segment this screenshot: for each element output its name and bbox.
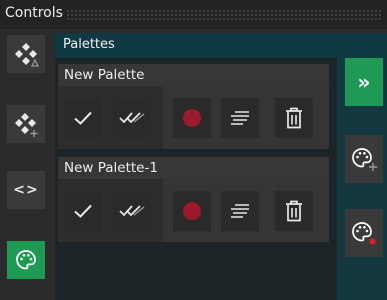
palette-add-icon — [352, 148, 377, 171]
palette-card: New Palette-1 — [58, 157, 329, 242]
apply-button[interactable] — [64, 98, 102, 138]
palette-name[interactable]: New Palette — [58, 64, 329, 86]
drag-grip[interactable] — [66, 9, 383, 20]
palette-status-button[interactable] — [345, 209, 383, 257]
record-icon — [183, 109, 201, 127]
record-button[interactable] — [173, 191, 211, 231]
apply-all-button[interactable] — [113, 191, 151, 231]
palette-name[interactable]: New Palette-1 — [58, 157, 329, 179]
palette-icon — [16, 250, 36, 270]
code-button[interactable]: <> — [7, 171, 45, 209]
move-triangle-icon — [15, 43, 39, 67]
align-lines-icon — [231, 204, 249, 218]
palette-actions-left — [58, 86, 163, 149]
palette-actions-left — [58, 179, 163, 242]
palette-actions-right — [163, 179, 329, 242]
record-icon — [183, 202, 201, 220]
window-title: Controls — [5, 5, 63, 21]
align-button[interactable] — [221, 98, 259, 138]
palette-button[interactable] — [7, 241, 45, 279]
expand-chevron-icon: » — [357, 70, 371, 94]
move-add-icon — [15, 113, 38, 137]
double-check-icon — [119, 112, 145, 124]
code-brackets-icon: <> — [13, 182, 39, 198]
palettes-panel: Palettes New Palette New Palette-1 » — [55, 33, 387, 300]
align-button[interactable] — [221, 191, 259, 231]
move-add-button[interactable] — [7, 105, 45, 143]
trash-icon — [286, 107, 302, 129]
palette-dot-icon — [352, 222, 376, 245]
move-triangle-button[interactable] — [7, 35, 45, 73]
delete-button[interactable] — [275, 98, 313, 138]
title-bar: Controls — [0, 0, 387, 29]
palette-card: New Palette — [58, 64, 329, 149]
palette-actions — [58, 86, 329, 149]
delete-button[interactable] — [275, 191, 313, 231]
palette-actions-right — [163, 86, 329, 149]
trash-icon — [286, 200, 302, 222]
left-rail: <> — [0, 29, 52, 300]
palette-actions — [58, 179, 329, 242]
panel-header-label: Palettes — [63, 37, 115, 52]
record-button[interactable] — [173, 98, 211, 138]
check-icon — [74, 111, 92, 125]
apply-button[interactable] — [64, 191, 102, 231]
double-check-icon — [119, 205, 145, 217]
check-icon — [74, 204, 92, 218]
align-lines-icon — [231, 111, 249, 125]
expand-button[interactable]: » — [345, 58, 383, 106]
add-palette-button[interactable] — [345, 135, 383, 183]
apply-all-button[interactable] — [113, 98, 151, 138]
